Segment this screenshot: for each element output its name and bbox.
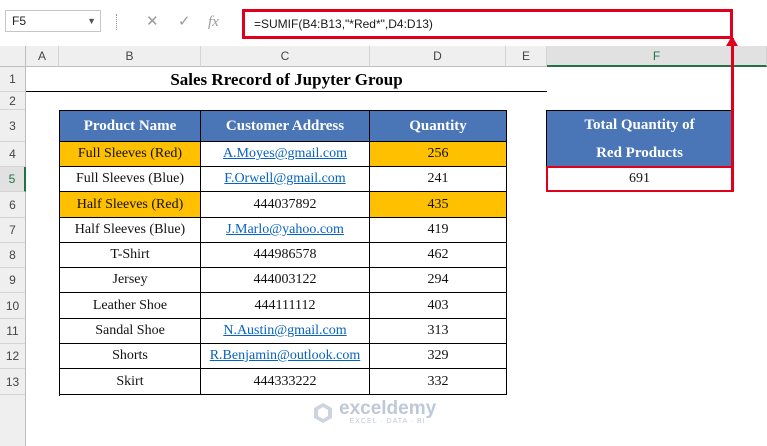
annotation-arrow-line xyxy=(731,38,734,192)
cell-product[interactable]: Jersey xyxy=(59,268,201,293)
cell-address[interactable]: 444003122 xyxy=(201,268,370,293)
name-box[interactable]: F5 ▼ xyxy=(5,10,101,32)
cell-product[interactable]: Skirt xyxy=(59,369,201,395)
column-header-a[interactable]: A xyxy=(26,46,59,67)
cell-address-link[interactable]: F.Orwell@gmail.com xyxy=(201,167,370,192)
cell-address[interactable]: 444333222 xyxy=(201,369,370,395)
cell-quantity[interactable]: 403 xyxy=(370,293,507,319)
header-product-name[interactable]: Product Name xyxy=(59,110,201,142)
cell-address-link[interactable]: J.Marlo@yahoo.com xyxy=(201,218,370,243)
cancel-icon[interactable]: ✕ xyxy=(146,12,159,32)
watermark-tagline: EXCEL · DATA · BI xyxy=(349,418,426,425)
column-header-f[interactable]: F xyxy=(547,46,767,67)
exceldemy-watermark: exceldemy EXCEL · DATA · BI xyxy=(312,398,437,425)
cell-product[interactable]: Half Sleeves (Red) xyxy=(59,192,201,218)
cell-quantity[interactable]: 313 xyxy=(370,319,507,344)
cell-product[interactable]: Half Sleeves (Blue) xyxy=(59,218,201,243)
row-header-10[interactable]: 10 xyxy=(0,293,26,319)
cell-quantity[interactable]: 332 xyxy=(370,369,507,395)
cell-address[interactable]: 444986578 xyxy=(201,243,370,268)
cell-address-link[interactable]: N.Austin@gmail.com xyxy=(201,319,370,344)
name-box-value: F5 xyxy=(12,14,27,28)
formula-bar: F5 ▼ ✕ ✓ fx =SUMIF(B4:B13,"*Red*",D4:D13… xyxy=(0,0,767,47)
row-header-1[interactable]: 1 xyxy=(0,67,26,92)
cell-product[interactable]: Full Sleeves (Blue) xyxy=(59,167,201,192)
column-header-d[interactable]: D xyxy=(370,46,506,67)
column-header-b[interactable]: B xyxy=(59,46,201,67)
row-header-9[interactable]: 9 xyxy=(0,268,26,293)
cell-product[interactable]: T-Shirt xyxy=(59,243,201,268)
row-header-13[interactable]: 13 xyxy=(0,369,26,395)
row-header-4[interactable]: 4 xyxy=(0,142,26,167)
formula-input[interactable]: =SUMIF(B4:B13,"*Red*",D4:D13) xyxy=(242,9,733,39)
row-header-7[interactable]: 7 xyxy=(0,218,26,243)
row-header-5[interactable]: 5 xyxy=(0,167,26,192)
cell-address-link[interactable]: A.Moyes@gmail.com xyxy=(201,142,370,167)
column-header-c[interactable]: C xyxy=(201,46,370,67)
cell-product[interactable]: Full Sleeves (Red) xyxy=(59,142,201,167)
arrow-up-icon xyxy=(726,36,738,46)
watermark-text-block: exceldemy EXCEL · DATA · BI xyxy=(339,398,437,425)
cell-quantity[interactable]: 329 xyxy=(370,344,507,369)
cell-address[interactable]: 444037892 xyxy=(201,192,370,218)
cell-product[interactable]: Sandal Shoe xyxy=(59,319,201,344)
header-quantity[interactable]: Quantity xyxy=(370,110,507,142)
cell-quantity[interactable]: 294 xyxy=(370,268,507,293)
cell-address[interactable]: 444111112 xyxy=(201,293,370,319)
row-header-11[interactable]: 11 xyxy=(0,319,26,344)
row-header-empty xyxy=(0,395,26,446)
enter-check-icon[interactable]: ✓ xyxy=(178,12,191,32)
select-all-corner[interactable] xyxy=(0,46,26,67)
watermark-name: exceldemy xyxy=(339,398,437,419)
column-header-e[interactable]: E xyxy=(506,46,547,67)
cell-product[interactable]: Leather Shoe xyxy=(59,293,201,319)
cell-quantity[interactable]: 435 xyxy=(370,192,507,218)
row-header-8[interactable]: 8 xyxy=(0,243,26,268)
cell-quantity[interactable]: 256 xyxy=(370,142,507,167)
row-header-3[interactable]: 3 xyxy=(0,110,26,142)
row-header-12[interactable]: 12 xyxy=(0,344,26,369)
row-header-6[interactable]: 6 xyxy=(0,192,26,218)
cell-address-link[interactable]: R.Benjamin@outlook.com xyxy=(201,344,370,369)
sheet-title[interactable]: Sales Rrecord of Jupyter Group xyxy=(26,67,547,92)
result-header-line1: Total Quantity of xyxy=(584,116,695,133)
header-customer-address[interactable]: Customer Address xyxy=(201,110,370,142)
formula-bar-grip[interactable] xyxy=(116,14,120,30)
result-header[interactable]: Total Quantity of Red Products xyxy=(546,110,733,167)
formula-text: =SUMIF(B4:B13,"*Red*",D4:D13) xyxy=(254,17,433,31)
cell-quantity[interactable]: 462 xyxy=(370,243,507,268)
result-header-line2: Red Products xyxy=(596,144,683,161)
cell-quantity[interactable]: 419 xyxy=(370,218,507,243)
row-header-2[interactable]: 2 xyxy=(0,92,26,110)
cell-product[interactable]: Shorts xyxy=(59,344,201,369)
insert-function-icon[interactable]: fx xyxy=(208,12,219,32)
chevron-down-icon[interactable]: ▼ xyxy=(87,11,96,31)
cell-quantity[interactable]: 241 xyxy=(370,167,507,192)
exceldemy-logo-icon xyxy=(314,402,332,423)
selected-cell-highlight xyxy=(546,166,733,192)
